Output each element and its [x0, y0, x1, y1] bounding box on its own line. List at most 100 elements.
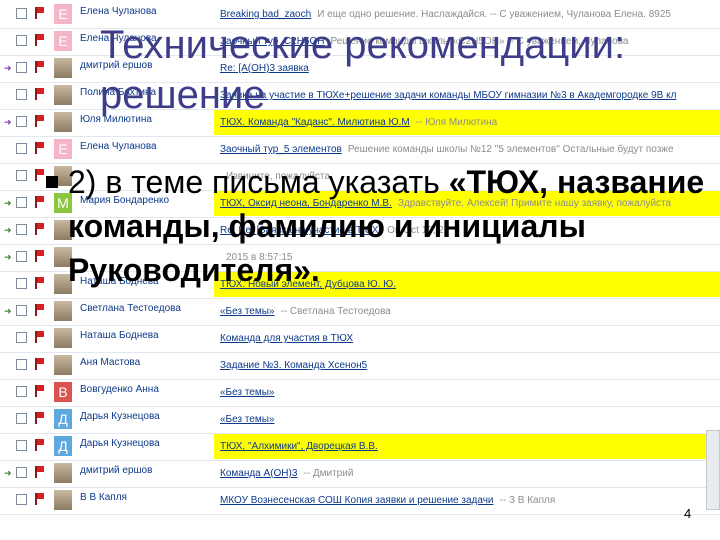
avatar	[54, 301, 72, 321]
preview-text: -- Светлана Тестоедова	[280, 306, 391, 317]
row-checkbox[interactable]	[16, 440, 27, 451]
subject-text[interactable]: МКОУ Вознесенская СОШ Копия заявки и реш…	[220, 495, 494, 506]
sender-name[interactable]: Дарья Кузнецова	[80, 438, 212, 449]
mail-row[interactable]: ➜ Светлана Тестоедова «Без темы» -- Светлан…	[0, 298, 720, 326]
subject-text[interactable]: Команда А(ОН)3	[220, 468, 297, 479]
avatar: Д	[54, 409, 72, 429]
subject-text[interactable]: Задание №3. Команда Хсенон5	[220, 360, 367, 371]
flag-icon[interactable]	[35, 223, 45, 235]
page-number: 4	[684, 506, 692, 521]
sender-name[interactable]: Светлана Тестоедова	[80, 303, 212, 314]
sender-name[interactable]: дмитрий ершов	[80, 465, 212, 476]
avatar	[54, 112, 72, 132]
mail-row[interactable]: Д Дарья Кузнецова «Без темы»	[0, 406, 720, 434]
sender-name[interactable]: Наташа Боднева	[80, 330, 212, 341]
row-checkbox[interactable]	[16, 224, 27, 235]
flag-icon[interactable]	[35, 385, 45, 397]
preview-text: И еще одно решение. Наслаждайся. -- С ув…	[317, 9, 671, 20]
row-checkbox[interactable]	[16, 359, 27, 370]
flag-icon[interactable]	[35, 115, 45, 127]
reply-arrow-icon: ➜	[4, 468, 12, 478]
subject-text[interactable]: Команда для участия в ТЮХ	[220, 333, 353, 344]
reply-arrow-icon: ➜	[4, 306, 12, 316]
subject-text[interactable]: «Без темы»	[220, 387, 274, 398]
scrollbar[interactable]	[706, 430, 720, 510]
flag-icon[interactable]	[35, 196, 45, 208]
bullet-text: 2) в теме письма указать	[68, 164, 449, 200]
flag-icon[interactable]	[35, 142, 45, 154]
subject-cell[interactable]: Задание №3. Команда Хсенон5	[214, 353, 720, 378]
preview-text: Решение команды школы №12 "5 элементов" …	[347, 144, 674, 155]
sender-name[interactable]: Вовгуденко Анна	[80, 384, 212, 395]
flag-icon[interactable]	[35, 277, 45, 289]
avatar: Е	[54, 4, 72, 24]
avatar: В	[54, 382, 72, 402]
subject-cell[interactable]: Заочный тур_5 элементов Решение команды ш…	[214, 137, 720, 162]
mail-row[interactable]: В Вовгуденко Анна «Без темы»	[0, 379, 720, 407]
flag-icon[interactable]	[35, 331, 45, 343]
row-checkbox[interactable]	[16, 143, 27, 154]
row-checkbox[interactable]	[16, 278, 27, 289]
mail-row[interactable]: В В Капля МКОУ Вознесенская СОШ Копия зая…	[0, 487, 720, 515]
flag-icon[interactable]	[35, 358, 45, 370]
subject-cell[interactable]: «Без темы» -- Светлана Тестоедова	[214, 299, 720, 324]
subject-text[interactable]: «Без темы»	[220, 414, 274, 425]
avatar: Д	[54, 436, 72, 456]
mail-row[interactable]: ➜ дмитрий ершов Команда А(ОН)3 -- Дмитрий	[0, 460, 720, 488]
subject-cell[interactable]: «Без темы»	[214, 407, 720, 432]
row-checkbox[interactable]	[16, 413, 27, 424]
avatar: Е	[54, 139, 72, 159]
row-checkbox[interactable]	[16, 251, 27, 262]
mail-row[interactable]: Наташа Боднева Команда для участия в ТЮХ	[0, 325, 720, 353]
row-checkbox[interactable]	[16, 467, 27, 478]
avatar	[54, 490, 72, 510]
subject-cell[interactable]: «Без темы»	[214, 380, 720, 405]
reply-arrow-icon: ➜	[4, 117, 12, 127]
flag-icon[interactable]	[35, 7, 45, 19]
row-checkbox[interactable]	[16, 332, 27, 343]
flag-icon[interactable]	[35, 412, 45, 424]
subject-text[interactable]: Breaking bad_zaoch	[220, 9, 311, 20]
row-checkbox[interactable]	[16, 62, 27, 73]
row-checkbox[interactable]	[16, 35, 27, 46]
flag-icon[interactable]	[35, 88, 45, 100]
sender-name[interactable]: Елена Чуланова	[80, 6, 212, 17]
avatar	[54, 58, 72, 78]
flag-icon[interactable]	[35, 466, 45, 478]
subject-text[interactable]: Заочный тур_5 элементов	[220, 144, 342, 155]
preview-text: -- З В Капля	[499, 495, 556, 506]
sender-name[interactable]: Аня Мастова	[80, 357, 212, 368]
subject-cell[interactable]: ТЮХ, "Алхимики", Дворецкая В.В.	[214, 434, 720, 459]
mail-row[interactable]: Д Дарья Кузнецова ТЮХ, "Алхимики", Дворецк…	[0, 433, 720, 461]
row-checkbox[interactable]	[16, 89, 27, 100]
row-checkbox[interactable]	[16, 197, 27, 208]
avatar	[54, 85, 72, 105]
sender-name[interactable]: Елена Чуланова	[80, 141, 212, 152]
row-checkbox[interactable]	[16, 116, 27, 127]
flag-icon[interactable]	[35, 439, 45, 451]
preview-text: -- Дмитрий	[303, 468, 354, 479]
row-checkbox[interactable]	[16, 386, 27, 397]
subject-cell[interactable]: Команда А(ОН)3 -- Дмитрий	[214, 461, 720, 486]
slide-bullet: 2) в теме письма указать «ТЮХ, название …	[46, 160, 706, 292]
row-checkbox[interactable]	[16, 8, 27, 19]
reply-arrow-icon: ➜	[4, 63, 12, 73]
avatar: Е	[54, 31, 72, 51]
row-checkbox[interactable]	[16, 305, 27, 316]
row-checkbox[interactable]	[16, 494, 27, 505]
avatar	[54, 463, 72, 483]
subject-text[interactable]: ТЮХ, "Алхимики", Дворецкая В.В.	[220, 441, 378, 452]
mail-row[interactable]: Аня Мастова Задание №3. Команда Хсенон5	[0, 352, 720, 380]
flag-icon[interactable]	[35, 304, 45, 316]
row-checkbox[interactable]	[16, 170, 27, 181]
sender-name[interactable]: В В Капля	[80, 492, 212, 503]
subject-cell[interactable]: Команда для участия в ТЮХ	[214, 326, 720, 351]
flag-icon[interactable]	[35, 169, 45, 181]
flag-icon[interactable]	[35, 493, 45, 505]
sender-name[interactable]: Дарья Кузнецова	[80, 411, 212, 422]
flag-icon[interactable]	[35, 250, 45, 262]
flag-icon[interactable]	[35, 61, 45, 73]
subject-cell[interactable]: МКОУ Вознесенская СОШ Копия заявки и реш…	[214, 488, 720, 513]
subject-text[interactable]: «Без темы»	[220, 306, 274, 317]
flag-icon[interactable]	[35, 34, 45, 46]
